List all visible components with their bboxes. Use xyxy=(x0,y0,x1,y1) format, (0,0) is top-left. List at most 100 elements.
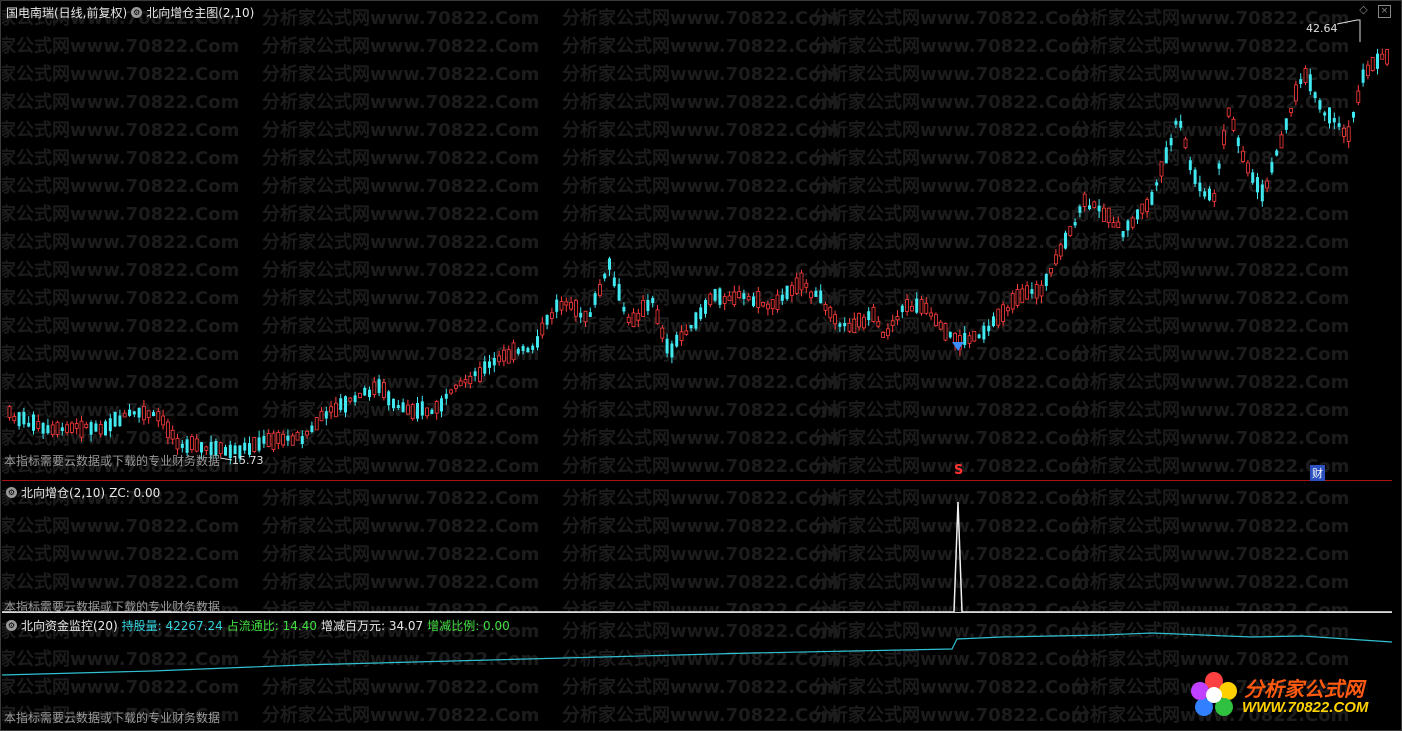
candlestick-chart[interactable] xyxy=(2,2,1392,480)
settings-gear-icon[interactable]: ⚙ xyxy=(131,7,143,18)
site-logo: 分析家公式网 WWW.70822.COM xyxy=(1188,669,1388,721)
stock-title[interactable]: 国电南瑞(日线,前复权) xyxy=(6,4,127,21)
candle-body xyxy=(1092,201,1097,208)
price-pane-header: 国电南瑞(日线,前复权) ⚙ 北向增仓主图(2,10) xyxy=(6,4,254,21)
candle-body xyxy=(775,294,780,310)
candle-body xyxy=(1241,150,1245,162)
candle-body xyxy=(579,312,583,318)
candle-body xyxy=(852,318,857,333)
candle-body xyxy=(819,290,823,304)
candle-body xyxy=(608,258,611,270)
candle-body xyxy=(890,320,895,326)
candle-body xyxy=(1299,79,1303,84)
candle-body xyxy=(910,305,914,312)
candle-body xyxy=(742,293,746,299)
candle-body xyxy=(838,323,842,327)
candle-body xyxy=(405,404,410,415)
candle-body xyxy=(1126,220,1130,231)
price-pane[interactable]: 分析家公式网www.70822.Com分析家公式网www.70822.Com分析… xyxy=(2,2,1392,480)
candle-body xyxy=(1073,222,1077,226)
candle-body xyxy=(881,332,885,338)
candle-body xyxy=(646,299,650,312)
holdings-line xyxy=(2,632,1392,676)
candle-body xyxy=(434,401,439,414)
zc-line-chart[interactable] xyxy=(2,482,1392,612)
candle-body xyxy=(992,316,995,327)
pane-divider-1[interactable] xyxy=(2,480,1392,481)
candle-body xyxy=(501,349,506,362)
low-price-label: 15.73 xyxy=(232,454,264,467)
diamond-icon[interactable]: ◇ xyxy=(1358,4,1369,16)
candle-body xyxy=(612,277,616,287)
north-fund-pane[interactable]: 分析家公式网www.70822.Com分析家公式网www.70822.Com分析… xyxy=(2,615,1392,727)
candle-body xyxy=(1102,207,1106,223)
candle-body xyxy=(1256,177,1259,193)
candle-body xyxy=(41,422,45,434)
candle-body xyxy=(756,290,761,308)
candle-body xyxy=(790,285,794,296)
candle-body xyxy=(189,436,194,451)
candle-body xyxy=(636,312,641,321)
bot-indicator-name[interactable]: 北向资金监控(20) xyxy=(21,617,118,634)
candle-body xyxy=(1015,289,1020,306)
finance-marker-icon[interactable]: 财 xyxy=(1310,465,1325,481)
candle-body xyxy=(651,297,655,304)
candle-body xyxy=(752,296,755,307)
settings-gear-icon[interactable]: ⚙ xyxy=(6,620,17,631)
close-icon[interactable]: × xyxy=(1378,5,1391,18)
candle-body xyxy=(1145,199,1149,212)
candle-body xyxy=(98,424,103,435)
candle-body xyxy=(823,304,828,311)
high-pointer-line xyxy=(1336,19,1361,42)
mid-pane-header: ⚙ 北向增仓(2,10) ZC: 0.00 xyxy=(6,484,160,501)
candle-body xyxy=(780,294,784,301)
candle-body xyxy=(536,336,539,348)
candle-body xyxy=(165,421,170,439)
candle-body xyxy=(804,282,809,288)
candle-body xyxy=(1380,53,1385,60)
mid-indicator-name[interactable]: 北向增仓(2,10) xyxy=(21,484,105,501)
candle-body xyxy=(1010,293,1015,310)
north-increase-pane[interactable]: 分析家公式网www.70822.Com分析家公式网www.70822.Com分析… xyxy=(2,482,1392,612)
main-indicator-name[interactable]: 北向增仓主图(2,10) xyxy=(146,4,254,21)
candle-body xyxy=(1174,120,1178,125)
candle-body xyxy=(396,405,400,409)
candle-body xyxy=(12,416,17,422)
candle-body xyxy=(368,389,371,398)
candle-body xyxy=(1058,244,1063,257)
candle-body xyxy=(1385,49,1389,65)
candle-body xyxy=(377,379,381,394)
candle-body xyxy=(794,277,799,294)
candle-body xyxy=(449,389,454,394)
candle-body xyxy=(79,420,84,438)
candle-body xyxy=(915,298,919,313)
pane-divider-2[interactable] xyxy=(2,612,1392,613)
candle-body xyxy=(934,313,938,326)
change-pct-value: 增减比例: 0.00 xyxy=(427,619,510,633)
candle-body xyxy=(1188,160,1192,171)
candle-body xyxy=(631,312,636,328)
candle-body xyxy=(862,316,866,329)
candle-body xyxy=(1116,221,1121,228)
candle-body xyxy=(290,435,295,446)
candle-body xyxy=(574,299,578,317)
settings-gear-icon[interactable]: ⚙ xyxy=(6,487,17,498)
candle-body xyxy=(694,312,698,329)
candle-body xyxy=(641,300,645,317)
candle-body xyxy=(108,418,112,432)
candle-body xyxy=(416,403,419,419)
candle-body xyxy=(1155,182,1159,186)
candle-body xyxy=(521,345,525,352)
candle-body xyxy=(1025,285,1029,300)
mid-pane-note: 本指标需要云数据或下载的专业财务数据 xyxy=(4,600,221,612)
candle-body xyxy=(1082,193,1087,207)
candle-body xyxy=(243,442,247,451)
candle-body xyxy=(1275,150,1279,156)
candle-body xyxy=(867,311,871,321)
candle-body xyxy=(1222,130,1226,146)
candle-body xyxy=(84,423,89,429)
candle-body xyxy=(598,284,602,296)
candle-body xyxy=(122,412,127,418)
candle-body xyxy=(74,423,79,429)
candle-body xyxy=(938,321,943,330)
